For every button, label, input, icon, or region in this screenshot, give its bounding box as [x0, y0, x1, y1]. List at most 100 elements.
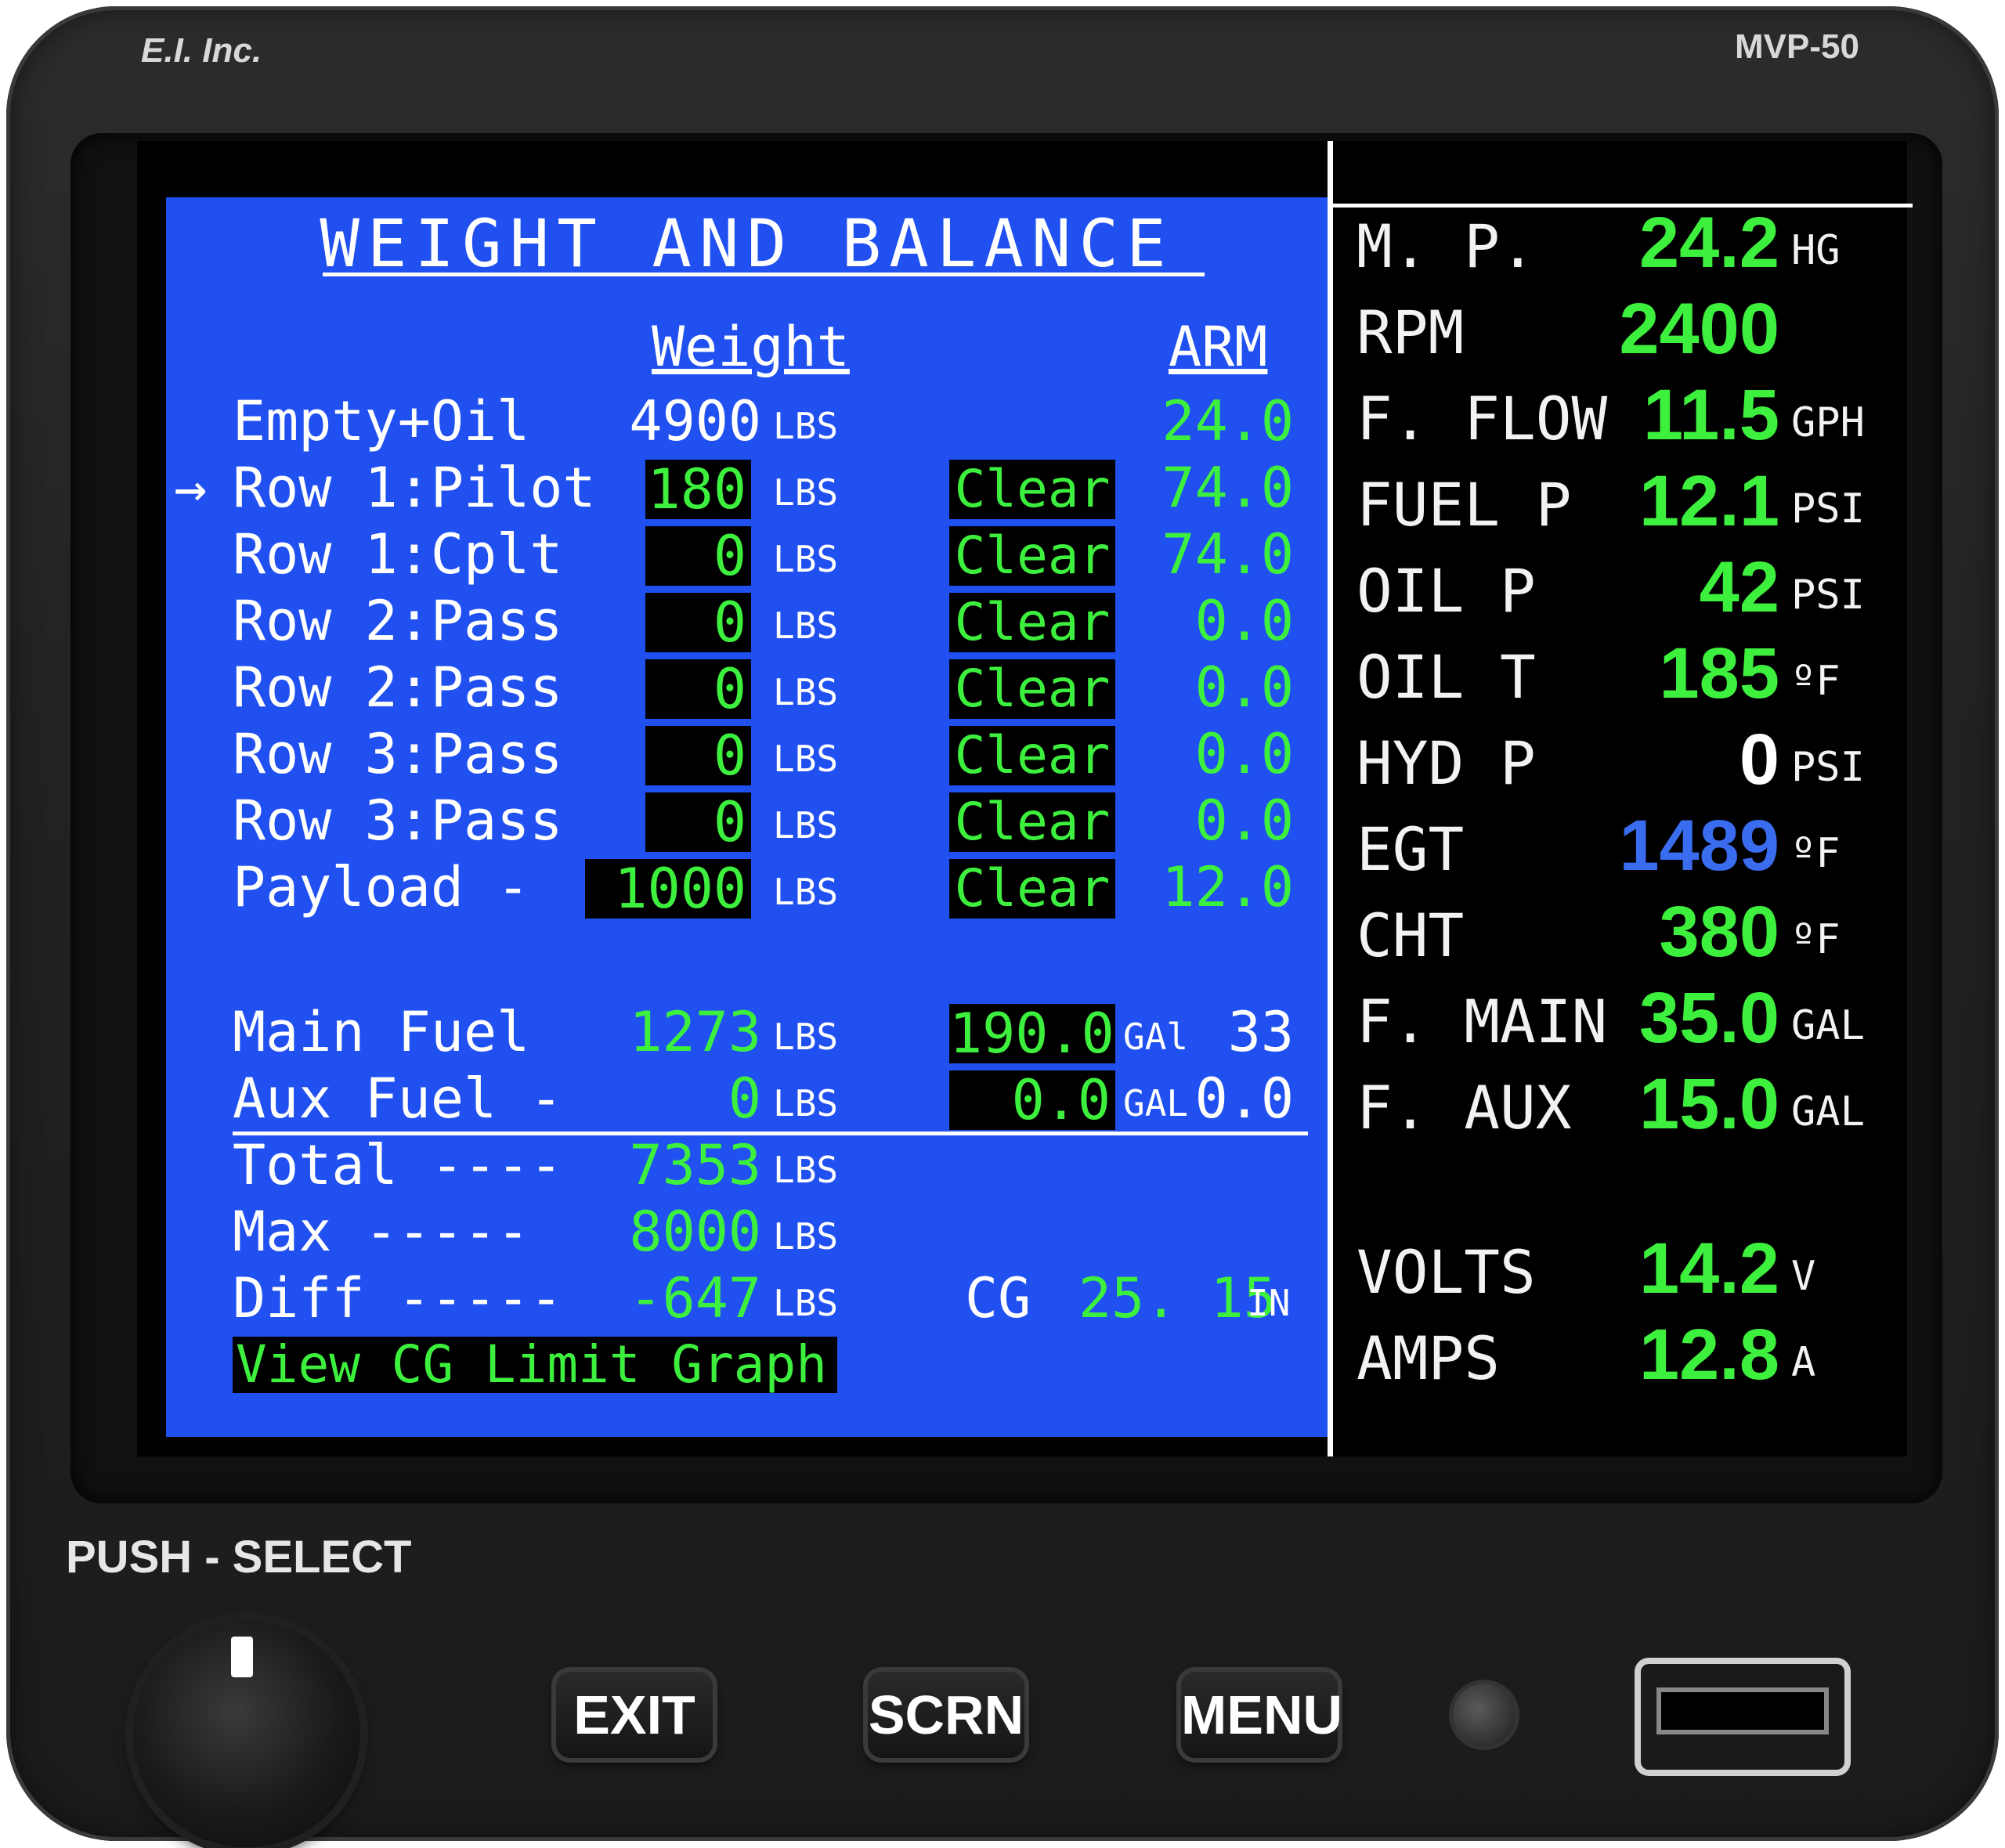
engine-param-unit: ºF [1791, 830, 1841, 877]
row-arm: 0.0 [1194, 655, 1294, 720]
row-weight-field[interactable]: 0 [645, 526, 751, 586]
row-weight-field[interactable]: 1000 [585, 859, 751, 919]
brand-label: E.I. Inc. [141, 31, 262, 70]
engine-param-label: M. P. [1357, 211, 1536, 281]
engine-param-value: 2400 [1619, 289, 1779, 369]
engine-param-value: 14.2 [1638, 1229, 1779, 1308]
engine-param-value: 185 [1659, 633, 1780, 713]
engine-param-label: OIL T [1357, 642, 1536, 712]
row-weight-field[interactable]: 0 [645, 726, 751, 785]
row-arm: 0.0 [1194, 589, 1294, 653]
engine-param-unit: PSI [1791, 485, 1865, 532]
engine-param-value: 12.8 [1638, 1315, 1779, 1395]
engine-param-value: 1489 [1619, 806, 1779, 886]
engine-param-value: 35.0 [1638, 978, 1779, 1058]
engine-param-unit: GAL [1791, 1002, 1865, 1049]
row-lbs-unit: LBS [773, 538, 839, 580]
aux-fuel-lbs: LBS [773, 1082, 839, 1124]
aux-fuel-label: Aux Fuel - [233, 1067, 563, 1131]
total-label: Total ---- [233, 1133, 563, 1197]
diff-value: -647 [629, 1266, 761, 1330]
engine-param-unit: PSI [1791, 744, 1865, 791]
cg-label: CG [965, 1266, 1031, 1330]
row-lbs-unit: LBS [773, 405, 839, 447]
row-weight-field[interactable]: 0 [645, 792, 751, 852]
engine-param-unit: A [1791, 1339, 1816, 1386]
main-fuel-label: Main Fuel [233, 1000, 530, 1064]
engine-param-label: OIL P [1357, 556, 1536, 626]
aux-fuel-weight: 0 [728, 1067, 761, 1131]
row-label: Row 3:Pass [233, 789, 563, 853]
max-label: Max ----- [233, 1200, 530, 1264]
total-lbs: LBS [773, 1149, 839, 1191]
row-cursor-arrow: → [174, 456, 208, 520]
engine-param-value: 380 [1659, 892, 1780, 972]
engine-param-value: 11.5 [1643, 375, 1779, 455]
main-fuel-gallons-field[interactable]: 190.0 [949, 1004, 1115, 1063]
row-weight-field[interactable]: 0 [645, 659, 751, 719]
row-label: Row 2:Pass [233, 589, 563, 653]
cg-unit: IN [1247, 1282, 1291, 1324]
row-arm: 74.0 [1161, 522, 1294, 587]
engine-panel: M. P. 24.2 HG RPM 2400 F. FLOW 11.5 GPH FUEL P 12… [1328, 141, 1913, 1456]
menu-button[interactable]: MENU [1181, 1672, 1342, 1758]
engine-param-label: FUEL P [1357, 470, 1572, 540]
max-lbs: LBS [773, 1215, 839, 1258]
total-value: 7353 [629, 1133, 761, 1197]
main-fuel-arm: 33 [1227, 1000, 1294, 1064]
row-label: Row 3:Pass [233, 722, 563, 786]
row-weight: 4900 [629, 389, 761, 453]
engine-param-value: 12.1 [1638, 461, 1779, 541]
engine-param-label: EGT [1357, 814, 1465, 884]
aux-fuel-arm: 0.0 [1194, 1067, 1294, 1131]
engine-param-value: 42 [1699, 547, 1779, 627]
engine-param-unit: ºF [1791, 658, 1841, 705]
engine-param-label: F. AUX [1357, 1073, 1572, 1142]
engine-param-unit: GPH [1791, 399, 1865, 446]
main-fuel-weight: 1273 [629, 1000, 761, 1064]
row-arm: 12.0 [1161, 855, 1294, 919]
row-label: Payload - [233, 855, 530, 919]
select-knob[interactable] [133, 1621, 360, 1848]
row-lbs-unit: LBS [773, 804, 839, 846]
row-lbs-unit: LBS [773, 605, 839, 647]
usb-port [1641, 1664, 1844, 1770]
row-label: Row 1:Cplt [233, 522, 563, 587]
engine-param-value: 15.0 [1638, 1064, 1779, 1144]
row-arm: 0.0 [1194, 722, 1294, 786]
max-value: 8000 [629, 1200, 761, 1264]
engine-rows: M. P. 24.2 HG RPM 2400 F. FLOW 11.5 GPH FUEL P 12… [1333, 141, 1907, 1456]
engine-param-unit: ºF [1791, 916, 1841, 963]
row-label: Row 1:Pilot [233, 456, 596, 520]
row-lbs-unit: LBS [773, 471, 839, 514]
engine-param-unit: V [1791, 1253, 1816, 1300]
view-cg-graph-button[interactable]: View CG Limit Graph [233, 1337, 837, 1393]
status-led [1453, 1684, 1515, 1746]
row-lbs-unit: LBS [773, 871, 839, 913]
model-label: MVP-50 [1735, 27, 1859, 66]
knob-indicator [231, 1637, 253, 1677]
engine-param-label: RPM [1357, 298, 1465, 367]
engine-param-value: 0 [1739, 720, 1779, 799]
engine-param-label: CHT [1357, 901, 1465, 970]
row-lbs-unit: LBS [773, 671, 839, 713]
push-select-label: PUSH - SELECT [66, 1532, 412, 1583]
diff-lbs: LBS [773, 1282, 839, 1324]
diff-label: Diff ----- [233, 1266, 563, 1330]
usb-port-slot [1656, 1687, 1829, 1734]
weight-balance-panel: WEIGHT AND BALANCE Weight ARM Empty+Oil 4… [166, 197, 1328, 1437]
engine-param-unit: GAL [1791, 1088, 1865, 1135]
exit-button[interactable]: EXIT [556, 1672, 713, 1758]
scrn-button[interactable]: SCRN [868, 1672, 1024, 1758]
row-arm: 74.0 [1161, 456, 1294, 520]
engine-param-value: 24.2 [1638, 203, 1779, 283]
engine-param-label: VOLTS [1357, 1237, 1536, 1307]
engine-param-label: AMPS [1357, 1323, 1501, 1393]
row-lbs-unit: LBS [773, 738, 839, 780]
engine-param-unit: PSI [1791, 572, 1865, 619]
row-weight-field[interactable]: 0 [645, 593, 751, 652]
row-arm: 24.0 [1161, 389, 1294, 453]
row-weight-field[interactable]: 180 [645, 460, 751, 519]
aux-fuel-gallons-field[interactable]: 0.0 [949, 1070, 1115, 1130]
engine-param-label: HYD P [1357, 728, 1536, 798]
